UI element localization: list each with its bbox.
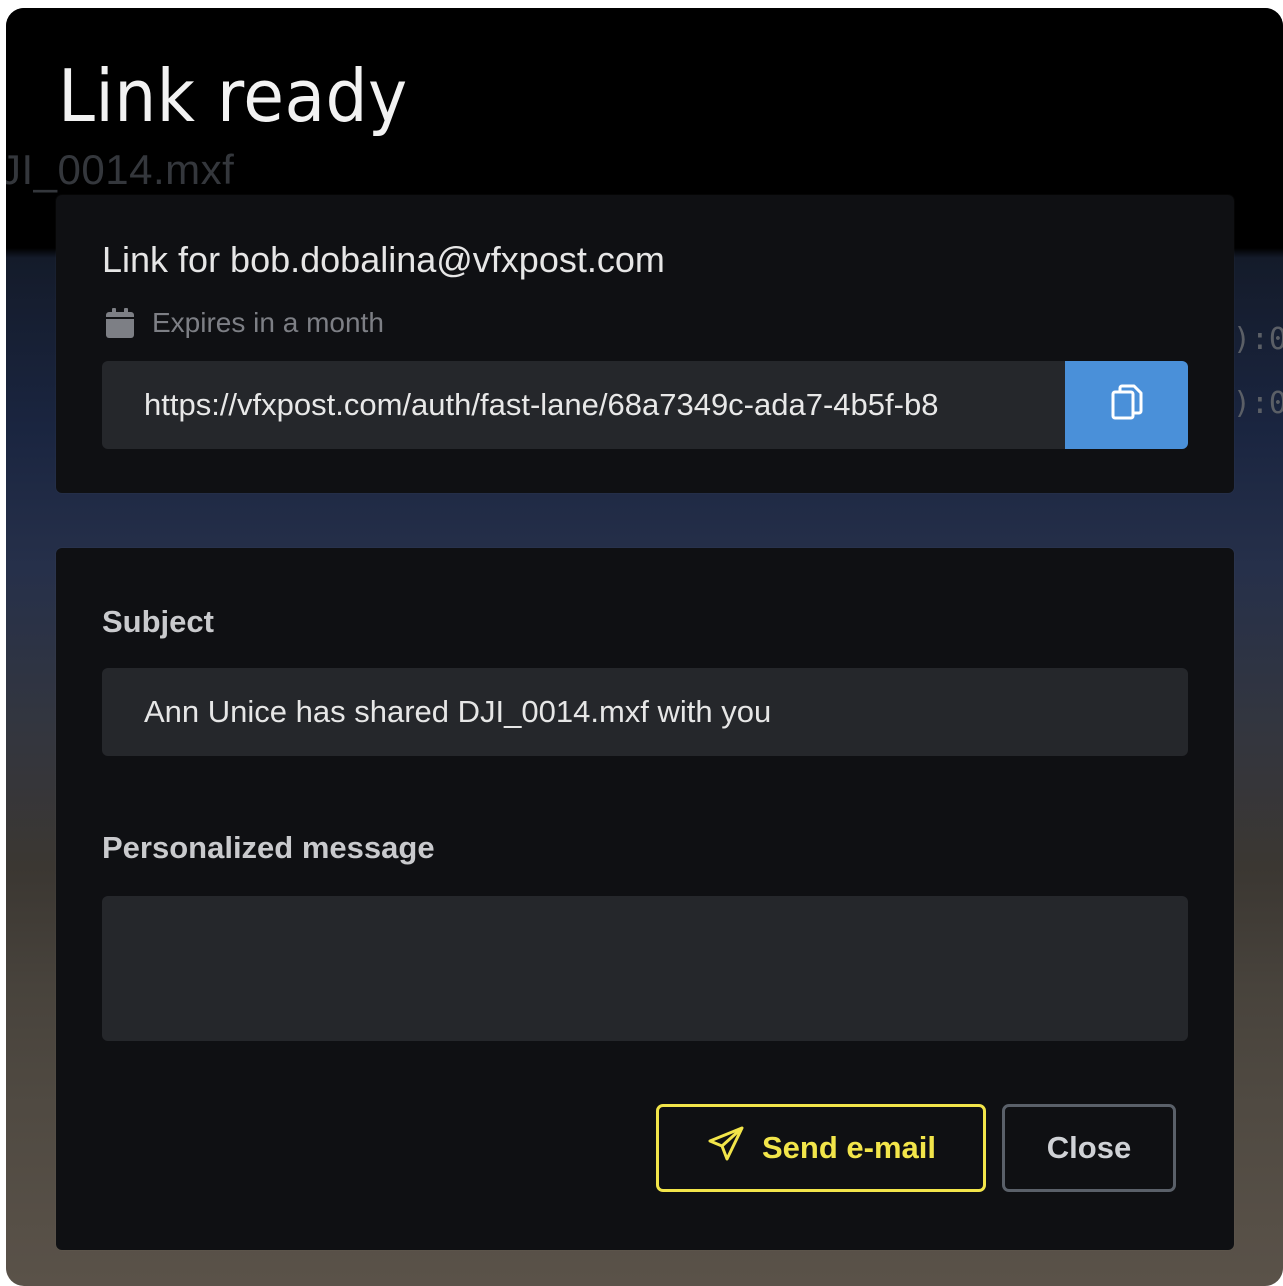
modal-overlay: JI_0014.mxf ):0 ):0 Link ready Link for … [6, 8, 1283, 1286]
copy-icon [1110, 384, 1144, 427]
share-url-group: https://vfxpost.com/auth/fast-lane/68a73… [102, 361, 1188, 449]
link-recipient-label: Link for bob.dobalina@vfxpost.com [102, 239, 665, 280]
expiry-info: Expires in a month [106, 307, 384, 339]
link-card: Link for bob.dobalina@vfxpost.com Expire… [56, 195, 1234, 493]
send-email-button[interactable]: Send e-mail [656, 1104, 986, 1192]
send-email-label: Send e-mail [762, 1130, 936, 1165]
expiry-text: Expires in a month [152, 307, 384, 338]
copy-link-button[interactable] [1065, 361, 1188, 449]
message-label: Personalized message [102, 830, 435, 865]
paper-plane-icon [706, 1124, 746, 1172]
close-button[interactable]: Close [1002, 1104, 1176, 1192]
subject-label: Subject [102, 604, 214, 639]
message-textarea[interactable] [102, 896, 1188, 1041]
share-url-field[interactable]: https://vfxpost.com/auth/fast-lane/68a73… [102, 361, 1065, 449]
modal-title: Link ready [58, 54, 408, 138]
subject-input[interactable]: Ann Unice has shared DJI_0014.mxf with y… [102, 668, 1188, 756]
email-card: Subject Ann Unice has shared DJI_0014.mx… [56, 548, 1234, 1250]
calendar-icon [106, 308, 134, 338]
background-timecode: ):0 [1232, 322, 1283, 357]
background-timecode: ):0 [1232, 386, 1283, 421]
background-filename: JI_0014.mxf [6, 146, 235, 193]
